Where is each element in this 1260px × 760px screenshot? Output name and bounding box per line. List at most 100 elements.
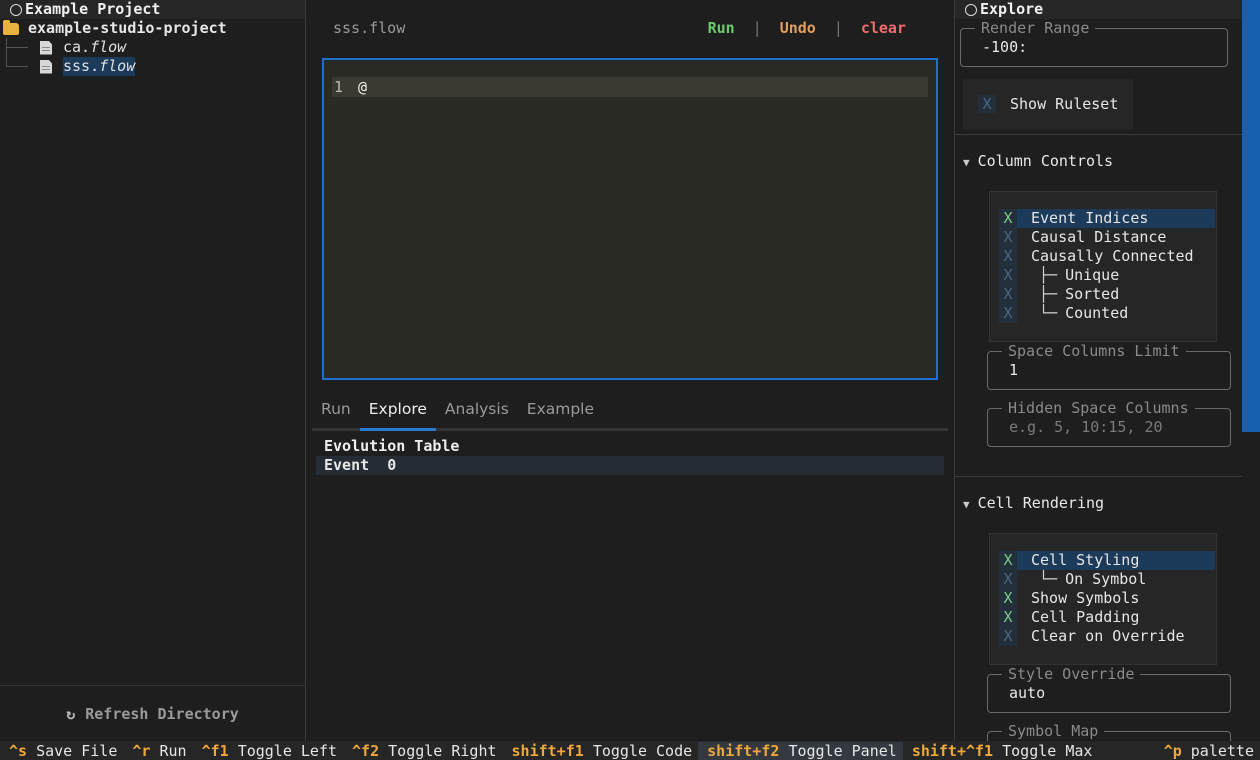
space-columns-limit-value[interactable]: 1 — [1009, 361, 1018, 379]
code-line[interactable]: 1 @ — [332, 77, 928, 97]
tab-run[interactable]: Run — [312, 395, 360, 428]
scrollbar-thumb[interactable] — [1242, 0, 1260, 432]
keybinding-footer: ^s Save File ^r Run ^f1 Toggle Left ^f2 … — [0, 741, 1260, 760]
list-item[interactable]: X Show Symbols — [999, 589, 1215, 608]
show-symbols-checkbox[interactable]: X — [999, 589, 1017, 608]
code-editor[interactable]: 1 @ — [322, 58, 938, 380]
footer-toggle-right[interactable]: ^f2 Toggle Right — [343, 742, 503, 760]
refresh-directory-button[interactable]: ↻ Refresh Directory — [0, 685, 305, 741]
sorted-checkbox[interactable]: X — [999, 285, 1017, 304]
footer-palette[interactable]: ^p palette — [1155, 742, 1260, 760]
footer-toggle-max[interactable]: shift+^f1 Toggle Max — [903, 742, 1099, 760]
list-item[interactable]: X Causal Distance — [999, 228, 1215, 247]
explorer-header: Example Project — [0, 0, 305, 19]
divider — [955, 134, 1242, 135]
refresh-icon: ↻ — [66, 704, 76, 723]
render-range-input[interactable]: Render Range -100: — [960, 19, 1228, 67]
tab-example[interactable]: Example — [518, 395, 603, 428]
line-code[interactable]: @ — [358, 78, 367, 96]
column-controls-header[interactable]: ▼ Column Controls — [963, 152, 1113, 170]
footer-save-file[interactable]: ^s Save File — [0, 742, 123, 760]
causal-distance-checkbox[interactable]: X — [999, 228, 1017, 247]
folder-icon — [3, 19, 19, 35]
style-override-input[interactable]: Style Override auto — [987, 665, 1231, 713]
tab-analysis[interactable]: Analysis — [436, 395, 518, 428]
tree-guide: └─ — [1039, 304, 1058, 322]
tab-explore[interactable]: Explore — [359, 395, 436, 431]
space-columns-limit-label: Space Columns Limit — [1002, 342, 1186, 360]
list-item[interactable]: X Clear on Override — [999, 627, 1215, 646]
list-item[interactable]: X └─ Counted — [999, 304, 1215, 323]
style-override-label: Style Override — [1002, 665, 1141, 683]
cell-rendering-header[interactable]: ▼ Cell Rendering — [963, 494, 1104, 512]
footer-toggle-left[interactable]: ^f1 Toggle Left — [193, 742, 343, 760]
file-name-selected: sss.flow — [63, 57, 136, 76]
explore-panel: Explore Render Range -100: X Show Ruleset… — [954, 0, 1242, 741]
editor-header: sss.flow Run | Undo | clear — [312, 0, 948, 56]
divider — [955, 476, 1242, 477]
editor-actions: Run | Undo | clear — [704, 19, 910, 37]
caret-down-icon: ▼ — [963, 498, 970, 511]
footer-run[interactable]: ^r Run — [123, 742, 192, 760]
footer-toggle-panel[interactable]: shift+f2 Toggle Panel — [698, 741, 903, 760]
list-item[interactable]: X ├─ Sorted — [999, 285, 1215, 304]
show-ruleset-toggle[interactable]: X Show Ruleset — [963, 79, 1133, 130]
evolution-table-title: Evolution Table — [324, 437, 460, 455]
project-title: Example Project — [25, 0, 161, 18]
caret-down-icon: ▼ — [963, 156, 970, 169]
causally-connected-checkbox[interactable]: X — [999, 247, 1017, 266]
editor-area: sss.flow Run | Undo | clear 1 @ Run Expl… — [312, 0, 948, 741]
table-row[interactable]: Event 0 — [316, 456, 944, 475]
explore-header: Explore — [955, 0, 1242, 19]
hidden-space-columns-placeholder[interactable]: e.g. 5, 10:15, 20 — [1009, 418, 1163, 436]
tree-guide — [6, 38, 40, 57]
action-separator: | — [752, 19, 762, 37]
hidden-space-columns-label: Hidden Space Columns — [1002, 399, 1195, 417]
list-item[interactable]: X └─ On Symbol — [999, 570, 1215, 589]
space-columns-limit-input[interactable]: Space Columns Limit 1 — [987, 342, 1231, 390]
tree-guide: ├─ — [1039, 285, 1058, 303]
run-button[interactable]: Run — [704, 19, 739, 37]
clear-button[interactable]: clear — [857, 19, 910, 37]
editor-filename: sss.flow — [333, 19, 406, 37]
tree-guide: └─ — [1039, 570, 1058, 588]
list-item[interactable]: X Cell Styling — [999, 551, 1215, 570]
refresh-label: Refresh Directory — [85, 704, 239, 723]
event-indices-checkbox[interactable]: X — [999, 209, 1017, 228]
list-item[interactable]: X Event Indices — [999, 209, 1215, 228]
file-name: ca.flow — [63, 38, 127, 56]
circle-icon — [10, 3, 22, 16]
list-item[interactable]: X Cell Padding — [999, 608, 1215, 627]
tree-guide: ├─ — [1039, 266, 1058, 284]
output-tabs: Run Explore Analysis Example — [312, 395, 948, 431]
file-icon — [40, 40, 52, 55]
folder-name: example-studio-project — [28, 19, 227, 37]
circle-icon — [965, 3, 977, 16]
undo-button[interactable]: Undo — [776, 19, 820, 37]
show-ruleset-checkbox[interactable]: X — [978, 95, 996, 113]
list-item[interactable]: X ├─ Unique — [999, 266, 1215, 285]
on-symbol-checkbox[interactable]: X — [999, 570, 1017, 589]
tree-folder[interactable]: example-studio-project — [0, 19, 305, 38]
column-controls-list: X Event Indices X Causal Distance X Causall… — [989, 191, 1217, 342]
unique-checkbox[interactable]: X — [999, 266, 1017, 285]
clear-on-override-checkbox[interactable]: X — [999, 627, 1017, 646]
cell-rendering-list: X Cell Styling X └─ On Symbol X Show Symbols… — [989, 533, 1217, 665]
render-range-value[interactable]: -100: — [982, 38, 1027, 56]
file-explorer-panel: Example Project example-studio-project c… — [0, 0, 306, 741]
symbol-map-input[interactable]: Symbol Map — [987, 722, 1231, 741]
style-override-value[interactable]: auto — [1009, 684, 1045, 702]
tree-file-sss[interactable]: sss.flow — [0, 57, 305, 76]
cell-styling-checkbox[interactable]: X — [999, 551, 1017, 570]
list-item[interactable]: X Causally Connected — [999, 247, 1215, 266]
tree-file-ca[interactable]: ca.flow — [0, 38, 305, 57]
line-number: 1 — [334, 78, 344, 96]
symbol-map-label: Symbol Map — [1002, 722, 1105, 740]
counted-checkbox[interactable]: X — [999, 304, 1017, 323]
cell-padding-checkbox[interactable]: X — [999, 608, 1017, 627]
show-ruleset-label: Show Ruleset — [1010, 95, 1119, 113]
explore-title: Explore — [980, 0, 1044, 18]
action-separator: | — [833, 19, 843, 37]
hidden-space-columns-input[interactable]: Hidden Space Columns e.g. 5, 10:15, 20 — [987, 399, 1231, 447]
footer-toggle-code[interactable]: shift+f1 Toggle Code — [503, 742, 699, 760]
